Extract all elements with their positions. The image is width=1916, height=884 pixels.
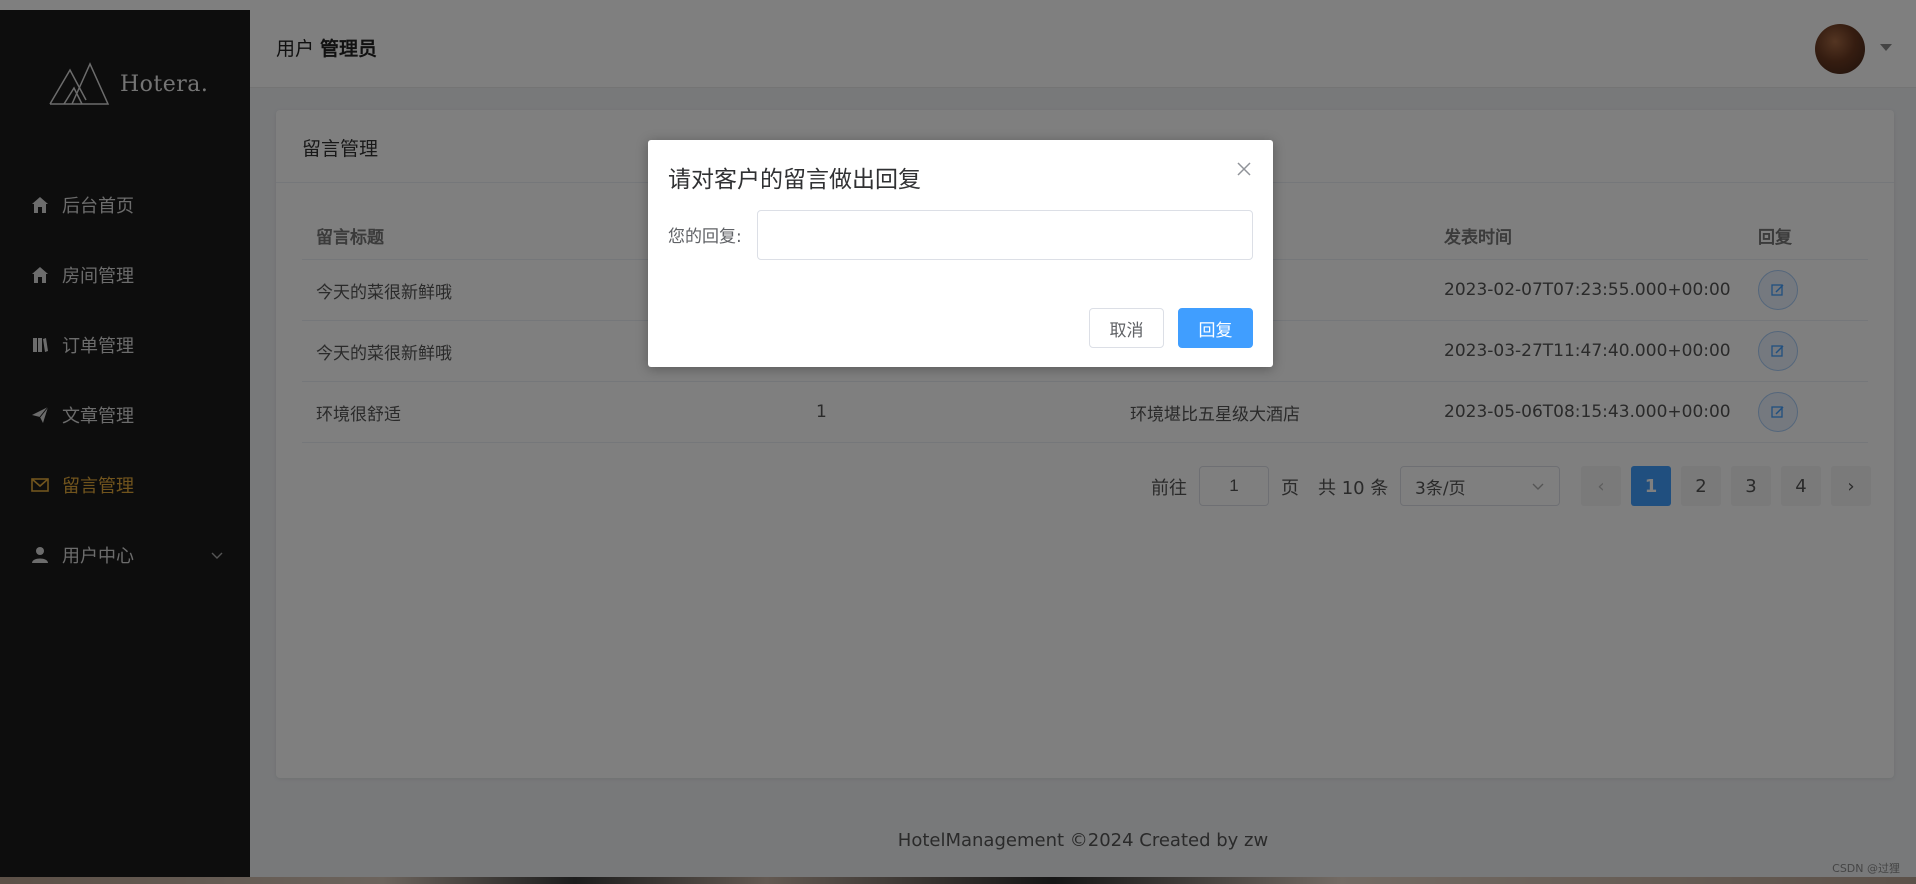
close-icon[interactable]	[1235, 160, 1253, 178]
cancel-button[interactable]: 取消	[1089, 308, 1164, 348]
reply-label: 您的回复:	[668, 227, 742, 247]
modal-overlay[interactable]	[0, 0, 1916, 884]
reply-dialog: 请对客户的留言做出回复 您的回复: 取消 回复	[648, 140, 1273, 367]
dialog-title: 请对客户的留言做出回复	[668, 167, 921, 193]
reply-submit-button[interactable]: 回复	[1178, 308, 1253, 348]
reply-input[interactable]	[757, 210, 1253, 260]
